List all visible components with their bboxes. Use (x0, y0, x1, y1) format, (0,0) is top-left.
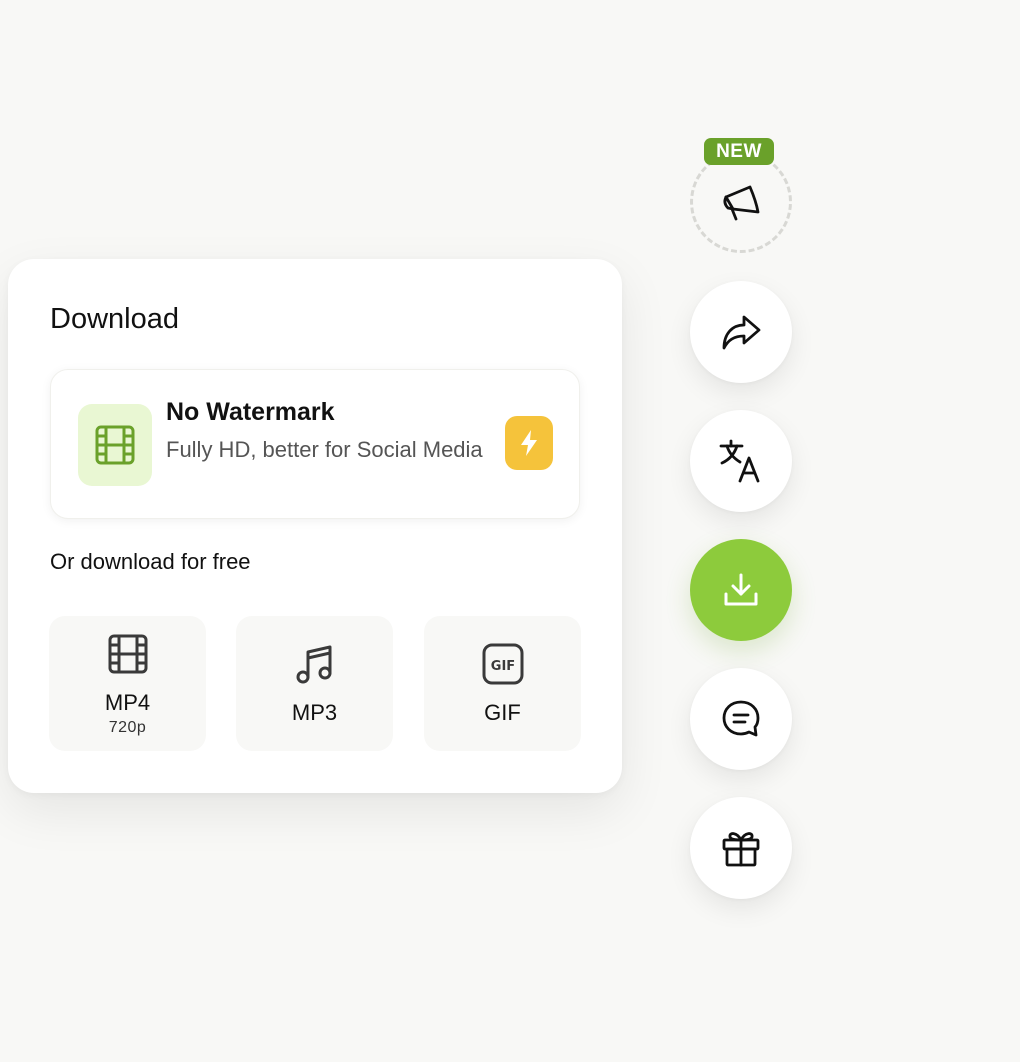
share-button[interactable] (690, 281, 792, 383)
translate-button[interactable] (690, 410, 792, 512)
svg-text:GIF: GIF (490, 659, 514, 674)
format-label: MP3 (291, 700, 338, 725)
gift-icon (720, 827, 762, 869)
share-arrow-icon (720, 312, 762, 352)
download-mp4-button[interactable]: MP4 720p (49, 616, 206, 751)
format-label: GIF (484, 700, 521, 725)
page: Download No Watermark Fully HD, better f (0, 0, 1020, 1062)
premium-subtitle: Fully HD, better for Social Media (166, 437, 483, 462)
download-icon (721, 570, 761, 610)
format-label: MP4 (104, 690, 151, 715)
translate-icon (718, 438, 764, 484)
download-mp3-button[interactable]: MP3 (236, 616, 393, 751)
download-gif-button[interactable]: GIF GIF (424, 616, 581, 751)
no-watermark-option[interactable]: No Watermark Fully HD, better for Social… (50, 369, 580, 519)
panel-title: Download (50, 303, 179, 335)
chat-bubble-icon (720, 698, 762, 740)
gifts-button[interactable] (690, 797, 792, 899)
download-button[interactable] (690, 539, 792, 641)
film-icon (106, 632, 150, 676)
announcements-button[interactable] (690, 151, 792, 253)
film-icon (78, 404, 152, 486)
premium-title: No Watermark (166, 398, 335, 426)
comments-button[interactable] (690, 668, 792, 770)
download-panel: Download No Watermark Fully HD, better f (8, 259, 622, 793)
free-download-label: Or download for free (50, 549, 251, 574)
megaphone-icon (720, 181, 762, 223)
music-note-icon (293, 642, 337, 686)
gif-icon: GIF (481, 642, 525, 686)
format-resolution: 720p (108, 719, 147, 736)
lightning-icon (505, 416, 553, 470)
new-badge: NEW (704, 138, 774, 165)
